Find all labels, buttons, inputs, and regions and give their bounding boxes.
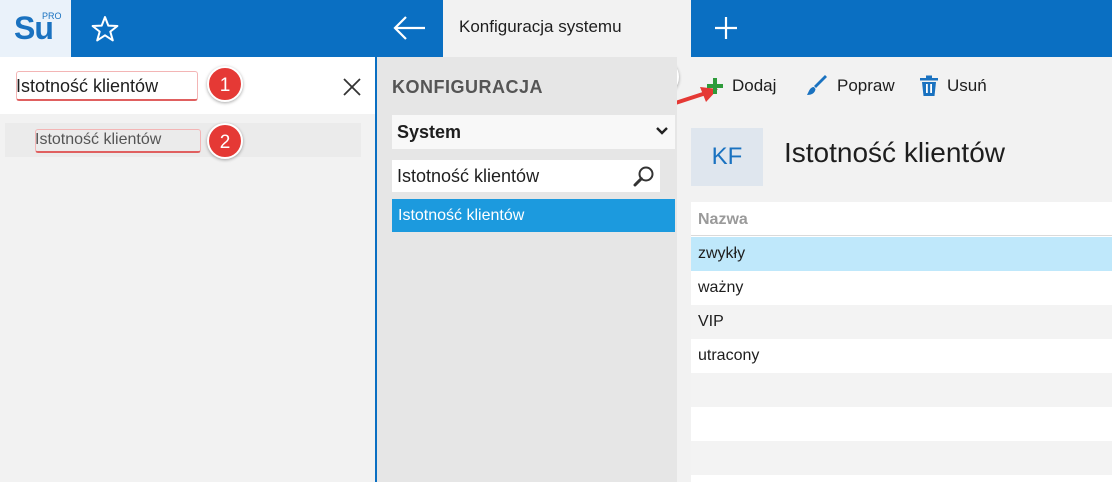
tab-label: Konfiguracja systemu [459,17,622,36]
edit-button-label: Popraw [837,76,895,95]
search-icon[interactable] [632,164,656,188]
empty-row [691,373,1112,407]
record-title: Istotność klientów [784,137,1005,168]
trash-icon [920,75,938,96]
table-row[interactable]: VIP [691,305,1112,339]
config-item-label: Istotność klientów [398,207,525,224]
search-row [0,57,375,114]
annotation-badge-2: 2 [207,123,243,159]
record-panel: KF Istotność klientów Nazwa zwykły ważny… [677,112,1112,482]
empty-row [691,441,1112,475]
table-cell: utracony [698,347,760,364]
star-icon [91,16,119,42]
table-cell: ważny [698,279,744,296]
add-button[interactable]: Dodaj [706,72,776,100]
tab-konfiguracja-systemu[interactable]: Konfiguracja systemu [443,0,691,57]
new-tab-button[interactable] [706,10,746,46]
plus-icon [707,78,723,94]
values-grid: Nazwa zwykły ważny VIP utracony [691,202,1112,482]
section-select-value: System [397,122,462,142]
delete-button-label: Usuń [947,76,987,95]
section-select[interactable]: System [392,115,675,149]
add-button-label: Dodaj [732,76,777,95]
plus-icon [715,17,737,39]
app-logo[interactable]: Su PRO [0,0,71,57]
table-cell: VIP [698,313,724,330]
top-bar: Su PRO Konfiguracja systemu [0,0,1112,57]
table-row[interactable]: utracony [691,339,1112,373]
back-button[interactable] [386,10,432,46]
search-input[interactable] [16,71,316,101]
grid-header-nazwa[interactable]: Nazwa [691,202,1112,236]
annotation-badge-1: 1 [207,66,243,102]
config-filter-input[interactable] [397,164,622,188]
brush-icon [807,75,827,95]
favorites-button[interactable] [86,12,124,46]
empty-row [691,407,1112,441]
logo-badge: PRO [42,11,62,21]
clear-search-button[interactable] [340,75,364,99]
table-cell: zwykły [698,245,746,262]
table-row[interactable]: zwykły [691,237,1112,271]
search-result-label: Istotność klientów [35,131,162,148]
edit-button[interactable]: Popraw [805,72,895,100]
record-tile: KF [691,128,763,186]
config-filter [392,160,660,192]
close-icon [343,78,361,96]
arrow-left-icon [393,16,425,40]
config-column: KONFIGURACJA System Istotność klientów [377,57,677,482]
grid-header-label: Nazwa [698,211,748,228]
config-title: KONFIGURACJA [392,77,544,97]
delete-button[interactable]: Usuń [919,72,987,100]
config-item-istotnosc-klientow[interactable]: Istotność klientów [392,199,675,232]
search-result-item[interactable]: Istotność klientów [5,123,361,157]
search-panel: Istotność klientów [0,57,375,482]
table-row[interactable]: ważny [691,271,1112,305]
chevron-down-icon [656,127,668,135]
